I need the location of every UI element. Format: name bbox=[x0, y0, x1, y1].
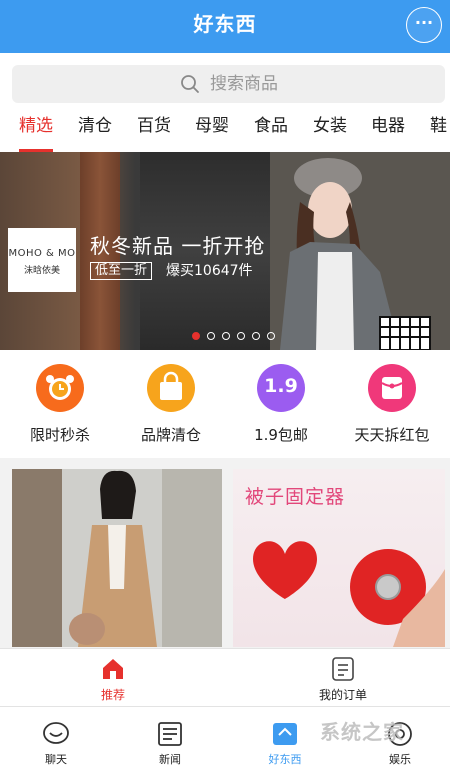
recommend-tab[interactable]: 推荐 bbox=[53, 656, 173, 703]
tab-clearance[interactable]: 清仓 bbox=[78, 107, 112, 152]
banner-model-image bbox=[270, 152, 450, 350]
order-list-icon bbox=[330, 656, 356, 682]
banner-headline: 秋冬新品 一折开抢 bbox=[90, 234, 266, 258]
red-packet-icon bbox=[368, 364, 416, 412]
free-shipping-entry[interactable]: 1.9 1.9包邮 bbox=[236, 364, 326, 445]
carousel-dot[interactable] bbox=[252, 332, 260, 340]
tab-general-goods[interactable]: 百货 bbox=[137, 107, 171, 152]
banner-sold-count: 爆买10647件 bbox=[166, 263, 253, 279]
chat-icon bbox=[42, 721, 70, 747]
shop-icon bbox=[271, 721, 299, 747]
title-bar: 好东西 ··· bbox=[0, 0, 450, 53]
price-tag-icon: 1.9 bbox=[257, 364, 305, 412]
product-card-quilt-clip[interactable]: 被子固定器 bbox=[233, 469, 445, 647]
carousel-dot[interactable] bbox=[237, 332, 245, 340]
my-orders-tab[interactable]: 我的订单 bbox=[283, 656, 403, 703]
search-placeholder: 搜索商品 bbox=[210, 74, 278, 94]
home-icon bbox=[100, 656, 126, 682]
tab-appliances[interactable]: 电器 bbox=[371, 107, 405, 152]
nav-news[interactable]: 新闻 bbox=[125, 721, 215, 767]
tab-mother-baby[interactable]: 母婴 bbox=[195, 107, 229, 152]
search-bar[interactable]: 搜索商品 bbox=[12, 65, 445, 103]
search-area: 搜索商品 bbox=[0, 53, 450, 107]
category-tabs: 精选 清仓 百货 母婴 食品 女装 电器 鞋 bbox=[0, 107, 450, 152]
nav-goods[interactable]: 好东西 bbox=[240, 721, 330, 767]
page-title: 好东西 bbox=[193, 12, 257, 36]
brand-clearance-entry[interactable]: 品牌清仓 bbox=[126, 364, 216, 445]
promo-banner[interactable]: MOHO & MO 沫晗依美 秋冬新品 一折开抢 低至一折 爆买10647件 bbox=[0, 152, 450, 350]
search-icon bbox=[181, 75, 199, 93]
brand-logo: MOHO & MO 沫晗依美 bbox=[8, 228, 76, 292]
carousel-dot[interactable] bbox=[207, 332, 215, 340]
tab-womens-wear[interactable]: 女装 bbox=[313, 107, 347, 152]
carousel-dot[interactable] bbox=[267, 332, 275, 340]
ellipsis-icon: ··· bbox=[414, 13, 434, 32]
tab-food[interactable]: 食品 bbox=[254, 107, 288, 152]
banner-discount-tag: 低至一折 bbox=[90, 262, 153, 280]
product-card-coat[interactable] bbox=[12, 469, 222, 647]
flash-sale-entry[interactable]: 限时秒杀 bbox=[15, 364, 105, 445]
product-cards: 被子固定器 bbox=[0, 458, 450, 648]
tab-shoes[interactable]: 鞋 bbox=[430, 107, 447, 152]
quick-entry-grid: 限时秒杀 品牌清仓 1.9 1.9包邮 天天拆红包 bbox=[0, 350, 450, 458]
nav-chat[interactable]: 聊天 bbox=[11, 721, 101, 767]
news-icon bbox=[156, 721, 184, 747]
carousel-dot[interactable] bbox=[222, 332, 230, 340]
shopping-bag-icon bbox=[147, 364, 195, 412]
tab-featured[interactable]: 精选 bbox=[19, 107, 53, 152]
quilt-clip-image bbox=[253, 541, 445, 647]
sub-navigation: 推荐 我的订单 bbox=[0, 648, 450, 706]
coat-model-image bbox=[12, 469, 222, 647]
alarm-clock-icon bbox=[36, 364, 84, 412]
site-watermark: 系统之家 bbox=[320, 720, 404, 744]
more-menu-button[interactable]: ··· bbox=[406, 7, 442, 43]
carousel-dot[interactable] bbox=[192, 332, 200, 340]
red-packet-entry[interactable]: 天天拆红包 bbox=[347, 364, 437, 445]
